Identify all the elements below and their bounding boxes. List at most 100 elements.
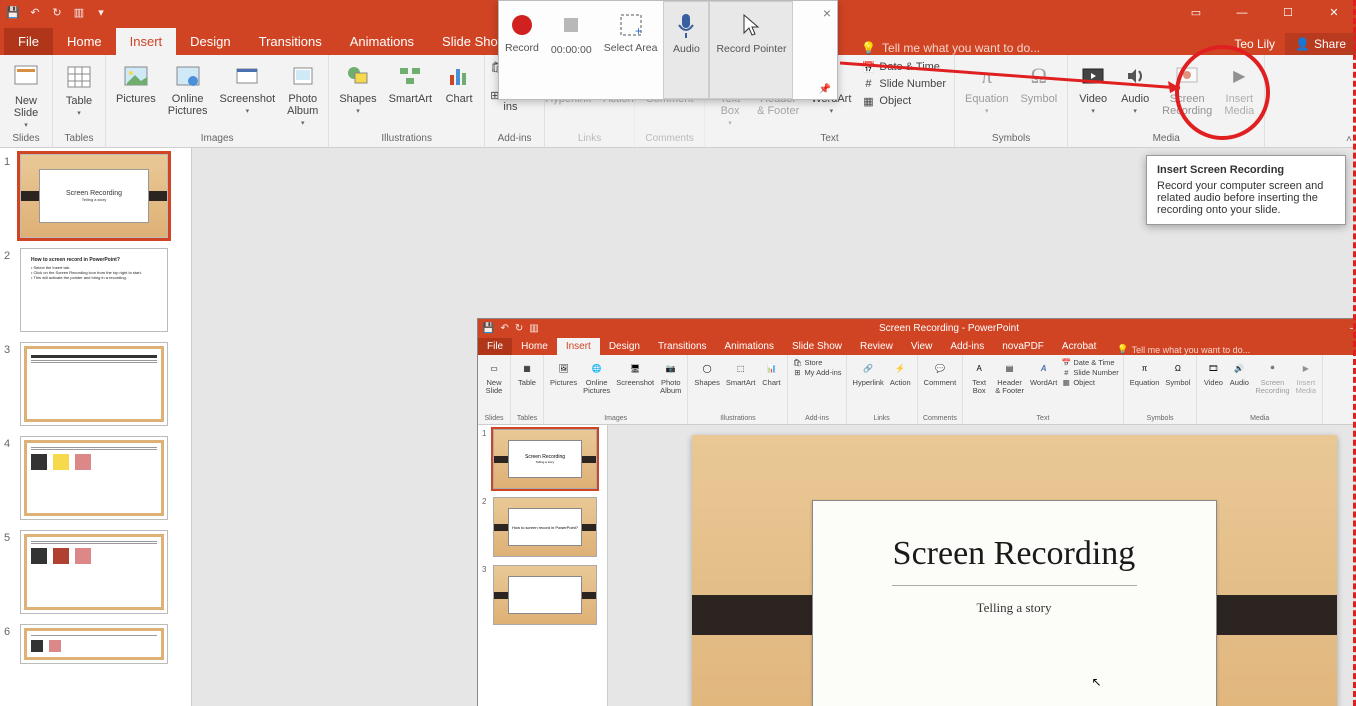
select-area-button[interactable]: + Select Area xyxy=(598,1,664,99)
date-time-button[interactable]: 📅Date & Time xyxy=(859,59,948,75)
embed-tab-review[interactable]: Review xyxy=(851,338,902,355)
undo-icon[interactable]: ↶ xyxy=(28,6,42,20)
save-icon[interactable]: 💾 xyxy=(6,6,20,20)
embed-insertmedia[interactable]: ▶Insert Media xyxy=(1294,357,1318,395)
embed-thumb-2[interactable]: How to screen record in PowerPoint? xyxy=(493,497,597,557)
new-slide-button[interactable]: New Slide ▾ xyxy=(6,59,46,131)
chart-button[interactable]: Chart xyxy=(440,59,478,107)
embed-tab-insert[interactable]: Insert xyxy=(557,338,600,355)
embed-chart[interactable]: 📊Chart xyxy=(759,357,783,388)
embed-thumb-3[interactable] xyxy=(493,565,597,625)
embed-tellme[interactable]: 💡Tell me what you want to do... xyxy=(1117,344,1250,355)
embed-online-pic[interactable]: 🌐Online Pictures xyxy=(581,357,612,395)
smartart-button[interactable]: SmartArt xyxy=(385,59,436,107)
slide-canvas[interactable]: 💾↶↻▥ Screen Recording - PowerPoint —☐✕ F… xyxy=(192,148,1356,706)
collapse-ribbon-icon[interactable]: ˄ xyxy=(1346,134,1352,145)
startfrom-icon[interactable]: ▥ xyxy=(72,6,86,20)
audio-button[interactable]: Audio▾ xyxy=(1116,59,1154,117)
embed-tab-file[interactable]: File xyxy=(478,338,512,355)
tell-me-search[interactable]: 💡 Tell me what you want to do... xyxy=(861,41,1040,55)
slide-thumbnails-panel[interactable]: 1 Screen RecordingTelling a story 2 How … xyxy=(0,148,192,706)
embed-textbox[interactable]: AText Box xyxy=(967,357,991,395)
embed-screenrec[interactable]: ⏺Screen Recording xyxy=(1253,357,1291,395)
embed-audio[interactable]: 🔊Audio xyxy=(1227,357,1251,388)
embed-tab-addins[interactable]: Add-ins xyxy=(941,338,993,355)
object-button[interactable]: ▦Object xyxy=(859,93,948,109)
close-button[interactable]: ✕ xyxy=(1312,0,1356,25)
embed-wordart[interactable]: AWordArt xyxy=(1028,357,1059,388)
redo-icon[interactable]: ↻ xyxy=(50,6,64,20)
maximize-button[interactable]: ☐ xyxy=(1266,0,1310,25)
embed-tab-animations[interactable]: Animations xyxy=(716,338,783,355)
account-user[interactable]: Teo Lily xyxy=(1224,33,1285,55)
embed-redo-icon[interactable]: ↻ xyxy=(515,323,523,334)
embed-smartart[interactable]: ⬚SmartArt xyxy=(724,357,758,388)
embed-shapes[interactable]: ◯Shapes xyxy=(692,357,721,388)
online-pictures-button[interactable]: Online Pictures xyxy=(164,59,212,119)
thumbnail-slide-3[interactable] xyxy=(20,342,168,426)
tab-home[interactable]: Home xyxy=(53,28,116,55)
pictures-button[interactable]: Pictures xyxy=(112,59,160,107)
video-button[interactable]: Video▾ xyxy=(1074,59,1112,117)
embed-thumbnails[interactable]: 1 Screen RecordingTelling a story 2 How … xyxy=(478,425,608,706)
tab-design[interactable]: Design xyxy=(176,28,244,55)
embed-min-icon[interactable]: — xyxy=(1342,319,1356,337)
tab-file[interactable]: File xyxy=(4,28,53,55)
thumbnail-slide-5[interactable] xyxy=(20,530,168,614)
record-button[interactable]: Record xyxy=(499,1,545,99)
embed-pictures[interactable]: 🖼Pictures xyxy=(548,357,579,388)
embed-tab-acrobat[interactable]: Acrobat xyxy=(1053,338,1105,355)
record-pointer-button[interactable]: Record Pointer xyxy=(709,1,793,99)
thumbnail-slide-6[interactable] xyxy=(20,624,168,664)
embed-start-icon[interactable]: ▥ xyxy=(529,323,538,334)
tab-insert[interactable]: Insert xyxy=(116,28,177,55)
embed-canvas[interactable]: Screen Recording Telling a story ↖ xyxy=(608,425,1356,706)
embed-tab-design[interactable]: Design xyxy=(600,338,649,355)
record-audio-button[interactable]: Audio xyxy=(663,1,709,99)
embed-hyperlink[interactable]: 🔗Hyperlink xyxy=(851,357,886,388)
embed-store[interactable]: 🛍Store xyxy=(792,357,841,367)
embed-album[interactable]: 📷Photo Album xyxy=(658,357,683,395)
embed-undo-icon[interactable]: ↶ xyxy=(500,323,508,334)
thumbnail-slide-2[interactable]: How to screen record in PowerPoint? • Se… xyxy=(20,248,168,332)
equation-button[interactable]: πEquation▾ xyxy=(961,59,1012,117)
embed-tab-home[interactable]: Home xyxy=(512,338,557,355)
ribbon-display-options[interactable]: ▭ xyxy=(1174,0,1218,25)
embed-header[interactable]: ▤Header & Footer xyxy=(993,357,1026,395)
embed-object[interactable]: ▦Object xyxy=(1061,377,1118,387)
share-button[interactable]: 👤 Share xyxy=(1285,33,1356,55)
embed-video[interactable]: 🎞Video xyxy=(1201,357,1225,388)
embed-myaddins[interactable]: ⊞My Add-ins xyxy=(792,367,841,377)
photo-album-button[interactable]: Photo Album ▾ xyxy=(283,59,322,129)
embed-tab-slideshow[interactable]: Slide Show xyxy=(783,338,851,355)
table-button[interactable]: Table ▾ xyxy=(59,59,99,119)
qat-dropdown-icon[interactable]: ▾ xyxy=(94,6,108,20)
symbol-button[interactable]: ΩSymbol xyxy=(1016,59,1061,107)
tab-animations[interactable]: Animations xyxy=(336,28,428,55)
insert-media-button[interactable]: ▶Insert Media xyxy=(1220,59,1258,119)
shapes-button[interactable]: Shapes ▾ xyxy=(335,59,380,117)
embed-datetime[interactable]: 📅Date & Time xyxy=(1061,357,1118,367)
embed-comment[interactable]: 💬Comment xyxy=(922,357,959,388)
embed-tab-novapdf[interactable]: novaPDF xyxy=(993,338,1053,355)
embed-slidenum[interactable]: #Slide Number xyxy=(1061,367,1118,377)
tab-transitions[interactable]: Transitions xyxy=(245,28,336,55)
recording-close-icon[interactable]: × xyxy=(823,5,831,21)
embed-symbol[interactable]: ΩSymbol xyxy=(1163,357,1192,388)
embed-action[interactable]: ⚡Action xyxy=(888,357,913,388)
screenshot-button[interactable]: Screenshot ▾ xyxy=(216,59,280,117)
embed-table[interactable]: ▦Table xyxy=(515,357,539,388)
embed-tab-transitions[interactable]: Transitions xyxy=(649,338,716,355)
embed-equation[interactable]: πEquation xyxy=(1128,357,1162,388)
embed-new-slide[interactable]: ▭New Slide xyxy=(482,357,506,395)
embed-thumb-1[interactable]: Screen RecordingTelling a story xyxy=(493,429,597,489)
recording-pin-icon[interactable]: 📌 xyxy=(819,84,831,95)
minimize-button[interactable]: — xyxy=(1220,0,1264,25)
thumbnail-slide-1[interactable]: Screen RecordingTelling a story xyxy=(20,154,168,238)
screen-recording-button[interactable]: Screen Recording xyxy=(1158,59,1216,119)
embed-save-icon[interactable]: 💾 xyxy=(482,323,494,334)
thumbnail-slide-4[interactable] xyxy=(20,436,168,520)
slide-number-button[interactable]: #Slide Number xyxy=(859,76,948,92)
embed-screenshot[interactable]: 🖥Screenshot xyxy=(614,357,656,388)
embed-tab-view[interactable]: View xyxy=(902,338,942,355)
